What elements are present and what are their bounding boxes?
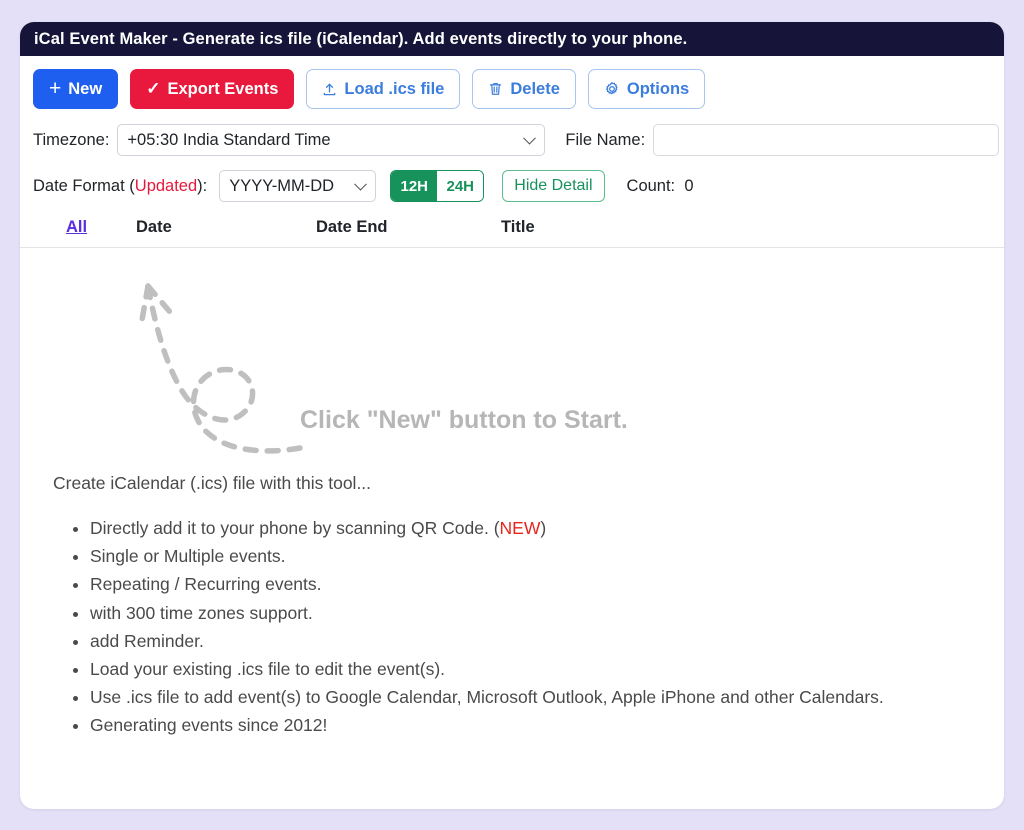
column-header-date-end: Date End bbox=[316, 218, 388, 236]
count-display: Count: 0 bbox=[627, 177, 694, 196]
timezone-label: Timezone: bbox=[33, 130, 110, 149]
info-section: Create iCalendar (.ics) file with this t… bbox=[20, 473, 1004, 739]
chevron-down-icon bbox=[523, 131, 537, 145]
list-item: with 300 time zones support. bbox=[90, 599, 1004, 627]
list-item: Use .ics file to add event(s) to Google … bbox=[90, 683, 1004, 711]
list-item-text: Generating events since 2012! bbox=[90, 715, 328, 736]
list-item-tail: ) bbox=[540, 518, 547, 538]
export-events-label: Export Events bbox=[167, 79, 279, 98]
list-item: Load your existing .ics file to edit the… bbox=[90, 655, 1004, 683]
export-events-button[interactable]: ✓ Export Events bbox=[130, 69, 295, 109]
timezone-row: Timezone: +05:30 India Standard Time Fil… bbox=[20, 124, 1004, 156]
load-ics-label: Load .ics file bbox=[344, 79, 445, 98]
list-item-text: Directly add it to your phone by scannin… bbox=[90, 518, 500, 538]
app-card: iCal Event Maker - Generate ics file (iC… bbox=[20, 22, 1004, 809]
options-button[interactable]: Options bbox=[587, 69, 706, 109]
check-icon: ✓ bbox=[146, 78, 161, 98]
select-all-link[interactable]: All bbox=[66, 218, 87, 237]
list-item-text: Load your existing .ics file to edit the… bbox=[90, 658, 446, 679]
date-format-updated-tag: Updated bbox=[134, 176, 198, 195]
trash-icon bbox=[488, 81, 503, 97]
list-item: Directly add it to your phone by scannin… bbox=[90, 514, 1004, 542]
load-ics-button[interactable]: Load .ics file bbox=[306, 69, 461, 109]
toggle-12h[interactable]: 12H bbox=[391, 171, 438, 201]
column-header-title: Title bbox=[501, 218, 535, 236]
events-table-header: All Date Date End Title bbox=[20, 218, 1004, 248]
toggle-24h[interactable]: 24H bbox=[437, 171, 484, 201]
date-format-label-suffix: ): bbox=[197, 176, 208, 195]
timezone-value: +05:30 India Standard Time bbox=[127, 130, 331, 149]
options-label: Options bbox=[626, 79, 690, 98]
file-name-label: File Name: bbox=[565, 130, 646, 149]
gear-icon bbox=[604, 81, 620, 97]
list-item: add Reminder. bbox=[90, 627, 1004, 655]
count-value: 0 bbox=[684, 176, 694, 195]
date-format-value: YYYY-MM-DD bbox=[229, 176, 335, 195]
list-item-text: Use .ics file to add event(s) to Google … bbox=[90, 687, 884, 708]
count-label: Count: bbox=[626, 176, 676, 195]
timezone-select[interactable]: +05:30 India Standard Time bbox=[117, 124, 546, 156]
date-format-row: Date Format (Updated): YYYY-MM-DD 12H 24… bbox=[20, 170, 1004, 202]
date-format-select[interactable]: YYYY-MM-DD bbox=[219, 170, 377, 202]
new-button-label: New bbox=[68, 79, 103, 98]
feature-list: Directly add it to your phone by scannin… bbox=[90, 514, 1004, 739]
delete-label: Delete bbox=[510, 79, 560, 98]
hide-detail-button[interactable]: Hide Detail bbox=[502, 170, 605, 202]
date-format-label: Date Format (Updated): bbox=[33, 177, 207, 196]
list-item: Repeating / Recurring events. bbox=[90, 570, 1004, 598]
page-background: iCal Event Maker - Generate ics file (iC… bbox=[0, 0, 1024, 830]
curved-dashed-arrow-icon bbox=[104, 266, 324, 471]
empty-state-message: Click "New" button to Start. bbox=[300, 406, 628, 434]
list-item-text: with 300 time zones support. bbox=[90, 602, 313, 623]
list-item: Generating events since 2012! bbox=[90, 711, 1004, 739]
new-button[interactable]: + New bbox=[33, 69, 119, 109]
info-lead-text: Create iCalendar (.ics) file with this t… bbox=[53, 473, 372, 493]
window-title: iCal Event Maker - Generate ics file (iC… bbox=[34, 29, 688, 48]
list-item-text: Single or Multiple events. bbox=[90, 546, 286, 567]
window-title-bar: iCal Event Maker - Generate ics file (iC… bbox=[20, 22, 1004, 56]
new-badge: NEW bbox=[499, 518, 541, 538]
toolbar: + New ✓ Export Events Load .ics file Del… bbox=[20, 56, 1004, 109]
list-item-text: add Reminder. bbox=[90, 630, 204, 651]
empty-state: Click "New" button to Start. bbox=[20, 248, 1004, 473]
delete-button[interactable]: Delete bbox=[472, 69, 576, 109]
chevron-down-icon bbox=[354, 177, 368, 191]
time-format-toggle: 12H 24H bbox=[390, 170, 485, 202]
plus-icon: + bbox=[49, 76, 62, 100]
upload-icon bbox=[322, 81, 337, 97]
list-item: Single or Multiple events. bbox=[90, 542, 1004, 570]
file-name-input[interactable] bbox=[653, 124, 1000, 156]
column-header-date: Date bbox=[136, 218, 172, 236]
date-format-label-prefix: Date Format ( bbox=[33, 176, 135, 195]
list-item-text: Repeating / Recurring events. bbox=[90, 574, 322, 595]
